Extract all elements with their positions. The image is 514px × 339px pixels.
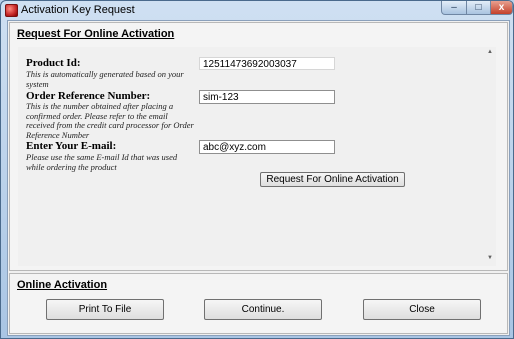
request-section: Request For Online Activation Product Id… — [9, 22, 508, 271]
scroll-down-icon[interactable]: ▼ — [487, 255, 493, 261]
product-id-value: 12511473692003037 — [199, 57, 335, 70]
title-bar[interactable]: Activation Key Request – □ x — [1, 1, 513, 19]
order-ref-input[interactable] — [199, 90, 335, 104]
maximize-icon: □ — [475, 1, 482, 13]
product-id-label: Product Id: — [26, 57, 81, 69]
close-window-button[interactable]: x — [490, 1, 513, 15]
continue-button[interactable]: Continue. — [204, 299, 322, 320]
online-activation-heading: Online Activation — [17, 279, 108, 291]
app-icon — [5, 4, 18, 17]
online-activation-section: Online Activation Print To File Continue… — [9, 273, 508, 334]
email-note: Please use the same E-mail Id that was u… — [26, 152, 178, 172]
scroll-up-icon[interactable]: ▲ — [487, 49, 493, 55]
maximize-button[interactable]: □ — [466, 1, 491, 15]
request-scroll-panel[interactable]: Product Id: This is automatically genera… — [18, 47, 496, 266]
dialog-client-area: Request For Online Activation Product Id… — [7, 20, 510, 336]
minimize-button[interactable]: – — [441, 1, 467, 15]
order-ref-note: This is the number obtained after placin… — [26, 101, 194, 140]
product-id-note: This is automatically generated based on… — [26, 69, 184, 89]
print-to-file-button[interactable]: Print To File — [46, 299, 164, 320]
close-button[interactable]: Close — [363, 299, 481, 320]
close-icon: x — [498, 1, 505, 13]
window-title: Activation Key Request — [21, 4, 135, 16]
request-online-activation-button[interactable]: Request For Online Activation — [260, 172, 405, 187]
email-label: Enter Your E-mail: — [26, 140, 117, 152]
minimize-icon: – — [451, 1, 457, 13]
activation-window: Activation Key Request – □ x Request For… — [0, 0, 514, 339]
vertical-scrollbar[interactable]: ▲ ▼ — [486, 47, 496, 266]
request-section-heading: Request For Online Activation — [17, 28, 175, 40]
email-field[interactable] — [199, 140, 335, 154]
